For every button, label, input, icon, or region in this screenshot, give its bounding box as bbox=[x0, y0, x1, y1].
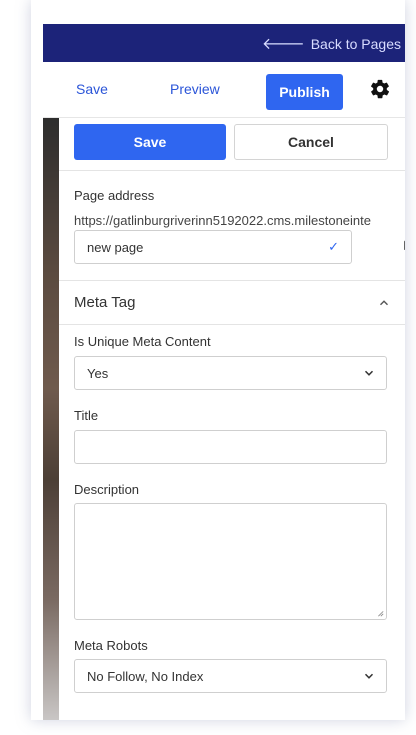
page-address-label: Page address bbox=[74, 188, 155, 203]
copy-icon[interactable] bbox=[403, 240, 405, 254]
save-button[interactable]: Save bbox=[74, 124, 226, 160]
preview-button[interactable]: Preview bbox=[170, 81, 220, 97]
top-nav-bar: 🡐 Back to Pages bbox=[43, 24, 405, 62]
page-editor-card: 🡐 Back to Pages Save Preview Publish Save… bbox=[31, 0, 405, 720]
page-name-value: new page bbox=[87, 239, 144, 255]
meta-tag-section-title[interactable]: Meta Tag bbox=[74, 294, 135, 311]
cancel-button[interactable]: Cancel bbox=[234, 124, 388, 160]
unique-meta-select[interactable]: Yes bbox=[74, 356, 387, 390]
meta-robots-label: Meta Robots bbox=[74, 638, 148, 653]
resize-handle-icon[interactable] bbox=[376, 609, 384, 617]
back-arrow-icon: 🡐 bbox=[261, 35, 305, 53]
action-toolbar: Save Preview Publish bbox=[43, 62, 405, 118]
chevron-down-icon bbox=[364, 370, 374, 376]
gear-icon[interactable] bbox=[369, 78, 391, 100]
chevron-down-icon bbox=[364, 673, 374, 679]
divider bbox=[59, 280, 405, 281]
description-label: Description bbox=[74, 482, 140, 497]
back-to-pages-link[interactable]: 🡐 Back to Pages bbox=[262, 33, 401, 54]
title-input[interactable] bbox=[74, 430, 387, 464]
unique-meta-value: Yes bbox=[87, 365, 109, 381]
form-button-row: Save Cancel bbox=[74, 124, 389, 162]
background-preview-strip bbox=[43, 118, 59, 720]
divider bbox=[59, 324, 405, 325]
page-settings-panel: Save Cancel Page address https://gatlinb… bbox=[59, 118, 405, 720]
meta-robots-value: No Follow, No Index bbox=[87, 668, 204, 684]
publish-button[interactable]: Publish bbox=[266, 74, 343, 110]
divider bbox=[59, 170, 405, 171]
description-textarea[interactable] bbox=[74, 503, 387, 620]
page-name-input[interactable]: new page ✓ bbox=[74, 230, 352, 264]
check-icon: ✓ bbox=[328, 239, 339, 254]
toolbar-save-button[interactable]: Save bbox=[76, 81, 108, 97]
page-address-url: https://gatlinburgriverinn5192022.cms.mi… bbox=[74, 213, 372, 228]
back-to-pages-label: Back to Pages bbox=[310, 35, 401, 52]
unique-meta-label: Is Unique Meta Content bbox=[74, 334, 211, 349]
chevron-up-icon[interactable] bbox=[377, 296, 391, 310]
meta-robots-select[interactable]: No Follow, No Index bbox=[74, 659, 387, 693]
title-label: Title bbox=[74, 408, 99, 423]
